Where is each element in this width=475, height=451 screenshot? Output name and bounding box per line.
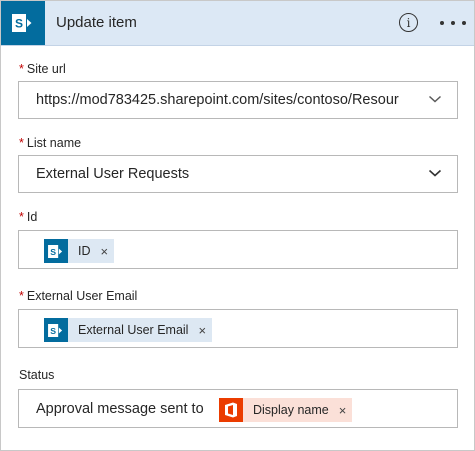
remove-token-icon[interactable]: × xyxy=(188,323,212,338)
id-field[interactable]: S ID × xyxy=(18,230,458,269)
site-url-label-text: Site url xyxy=(26,62,66,76)
external-user-email-token[interactable]: S External User Email × xyxy=(44,318,213,342)
svg-text:S: S xyxy=(50,246,56,256)
sharepoint-icon: S xyxy=(44,318,68,342)
external-user-email-field[interactable]: S External User Email × xyxy=(18,309,458,348)
remove-token-icon[interactable]: × xyxy=(329,403,353,418)
card-title: Update item xyxy=(56,14,137,31)
list-name-dropdown[interactable]: External User Requests xyxy=(18,155,458,193)
required-marker: * xyxy=(19,210,24,224)
id-token[interactable]: S ID × xyxy=(44,239,115,263)
status-label-text: Status xyxy=(19,368,55,382)
external-user-email-label: * External User Email xyxy=(19,289,137,303)
more-dot-1 xyxy=(440,21,444,25)
status-prefix-text: Approval message sent to xyxy=(36,401,204,417)
site-url-value: https://mod783425.sharepoint.com/sites/c… xyxy=(36,92,399,108)
more-dot-3 xyxy=(462,21,466,25)
token-label: Display name xyxy=(253,403,329,417)
required-marker: * xyxy=(19,136,24,150)
chevron-down-icon[interactable] xyxy=(428,94,442,104)
required-marker: * xyxy=(19,62,24,76)
sharepoint-icon: S xyxy=(44,239,68,263)
svg-text:S: S xyxy=(50,325,56,335)
status-label: Status xyxy=(19,368,54,382)
id-label-text: Id xyxy=(26,210,38,224)
svg-text:S: S xyxy=(15,17,23,31)
remove-token-icon[interactable]: × xyxy=(91,244,115,259)
status-field[interactable]: Approval message sent to Display name × xyxy=(18,389,458,428)
card-header[interactable]: S Update item i xyxy=(1,1,474,46)
required-marker: * xyxy=(19,289,24,303)
list-name-label: * List name xyxy=(19,136,81,150)
token-label: ID xyxy=(78,244,91,258)
site-url-label: * Site url xyxy=(19,62,66,76)
info-icon[interactable]: i xyxy=(399,13,418,32)
id-label: * Id xyxy=(19,210,37,224)
list-name-value: External User Requests xyxy=(36,166,190,182)
office365-icon xyxy=(219,398,243,422)
more-options-icon[interactable] xyxy=(440,15,466,31)
site-url-dropdown[interactable]: https://mod783425.sharepoint.com/sites/c… xyxy=(18,81,458,119)
list-name-label-text: List name xyxy=(26,136,82,150)
external-user-email-label-text: External User Email xyxy=(26,289,138,303)
display-name-token[interactable]: Display name × xyxy=(219,398,353,422)
update-item-card: S Update item i * Site url https://mod783… xyxy=(0,0,475,451)
token-label: External User Email xyxy=(78,323,189,337)
chevron-down-icon[interactable] xyxy=(428,168,442,178)
sharepoint-icon: S xyxy=(1,1,45,45)
more-dot-2 xyxy=(451,21,455,25)
